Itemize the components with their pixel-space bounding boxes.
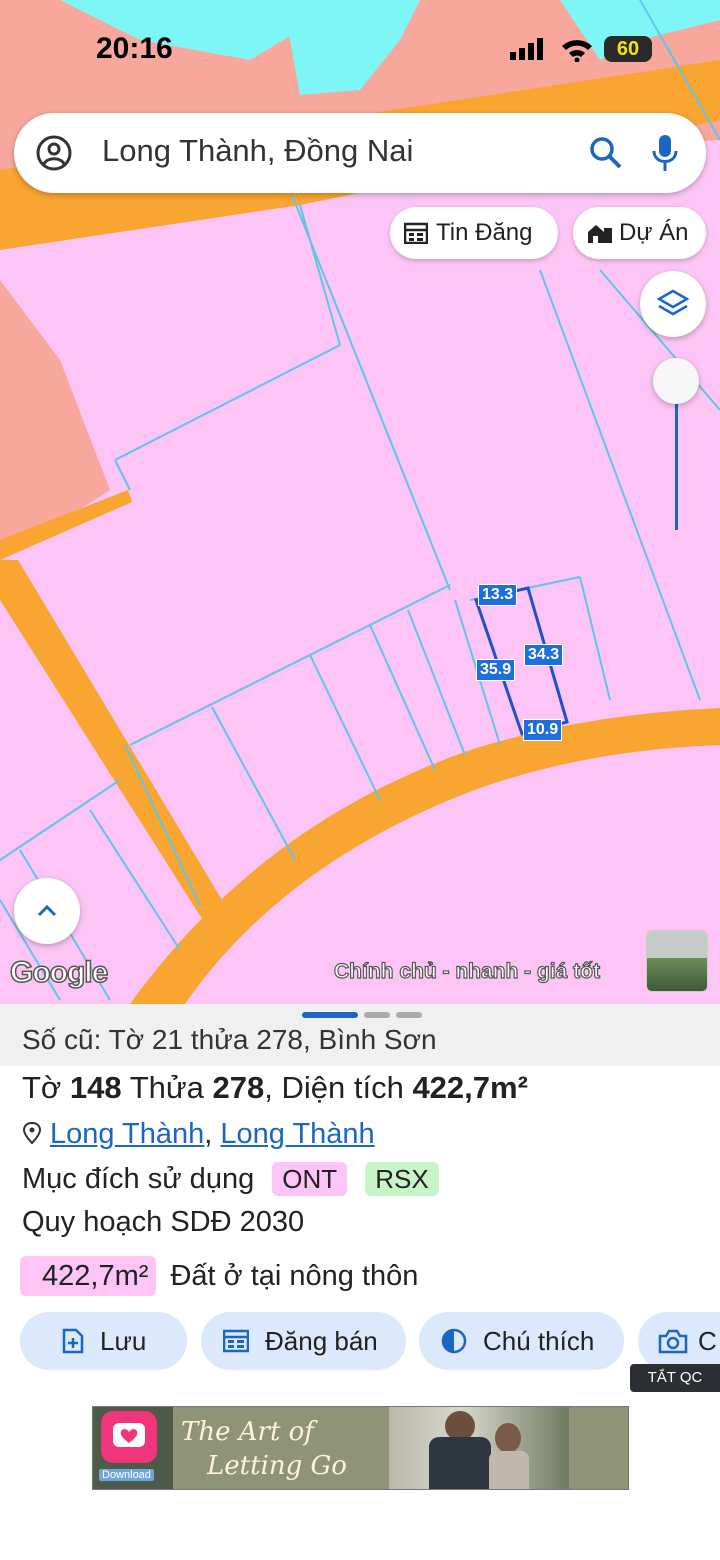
area-value: 422,7m²	[412, 1070, 528, 1105]
sheet-number: 148	[69, 1070, 122, 1105]
plot-number: 278	[212, 1070, 265, 1105]
dimension-top: 13.3	[478, 584, 518, 606]
location-link-ward[interactable]: Long Thành	[220, 1118, 374, 1150]
search-bar[interactable]: Long Thành, Đồng Nai	[14, 113, 706, 193]
usage-row: 422,7m² Đất ở tại nông thôn	[20, 1256, 419, 1296]
location-row: Long Thành, Long Thành	[22, 1118, 375, 1151]
sheet-label: Tờ	[22, 1070, 62, 1105]
save-button[interactable]: Lưu	[20, 1312, 187, 1370]
sheet-handle[interactable]	[302, 1012, 422, 1018]
opacity-slider-track[interactable]	[675, 382, 678, 530]
save-label: Lưu	[100, 1325, 147, 1356]
buildings-icon	[588, 225, 612, 243]
projects-label: Dự Án	[619, 219, 689, 246]
camera-icon	[658, 1329, 688, 1354]
heart-chat-icon	[113, 1423, 145, 1447]
location-link-district[interactable]: Long Thành	[50, 1118, 204, 1150]
location-pin-icon	[22, 1121, 42, 1145]
calendar-icon	[223, 1329, 249, 1353]
purpose-tag-ont[interactable]: ONT	[272, 1162, 348, 1196]
purpose-tag-rsx[interactable]: RSX	[365, 1162, 439, 1196]
download-badge[interactable]: Download	[99, 1469, 154, 1481]
chevron-up-icon	[37, 904, 57, 917]
map-view[interactable]: 20:16 60 Long Thành, Đồng Nai Tin Đăng D…	[0, 0, 720, 1004]
clock: 20:16	[96, 32, 173, 65]
account-icon[interactable]	[36, 135, 72, 171]
hide-ads-button[interactable]: TẮT QC	[630, 1364, 720, 1392]
calendar-icon	[404, 222, 428, 244]
dimension-bottom: 10.9	[523, 719, 563, 741]
parcel-info-sheet[interactable]: Số cũ: Tờ 21 thửa 278, Bình Sơn Tờ 148 T…	[0, 1004, 720, 1560]
purpose-row: Mục đích sử dụng ONT RSX	[22, 1162, 439, 1196]
listings-label: Tin Đăng	[436, 219, 533, 246]
post-sale-label: Đăng bán	[265, 1325, 378, 1356]
promo-thumbnail[interactable]	[646, 930, 708, 992]
parcel-title: Tờ 148 Thửa 278, Diện tích 422,7m²	[22, 1070, 528, 1105]
legend-label: Chú thích	[483, 1325, 595, 1356]
opacity-slider-thumb[interactable]	[653, 358, 699, 404]
area-label: Diện tích	[281, 1070, 404, 1105]
photo-button[interactable]: C	[638, 1312, 720, 1370]
wifi-icon	[562, 40, 592, 62]
ad-photo	[389, 1407, 569, 1489]
ad-banner[interactable]: Download The Art of Letting Go	[92, 1406, 629, 1490]
dimension-right: 34.3	[524, 644, 564, 666]
plan-label: Quy hoạch SDĐ 2030	[22, 1206, 305, 1238]
projects-chip[interactable]: Dự Án	[573, 207, 706, 259]
contrast-icon	[441, 1328, 467, 1354]
search-input[interactable]: Long Thành, Đồng Nai	[102, 133, 413, 169]
battery-indicator: 60	[604, 36, 652, 62]
microphone-icon[interactable]	[650, 133, 680, 173]
dimension-left: 35.9	[476, 659, 516, 681]
cellular-signal-icon	[510, 38, 543, 60]
layers-icon	[657, 289, 689, 316]
status-bar: 20:16 60	[0, 28, 720, 72]
usage-description: Đất ở tại nông thôn	[170, 1260, 419, 1292]
google-logo: Google	[9, 955, 109, 990]
listings-chip[interactable]: Tin Đăng	[390, 207, 558, 259]
legend-button[interactable]: Chú thích	[419, 1312, 624, 1370]
app-logo	[101, 1411, 157, 1463]
add-document-icon	[62, 1328, 84, 1354]
expand-button[interactable]	[14, 878, 80, 944]
usage-area: 422,7m²	[20, 1256, 157, 1296]
purpose-label: Mục đích sử dụng	[22, 1163, 255, 1195]
ad-title-line-1: The Art of	[181, 1417, 314, 1447]
ad-title-line-2: Letting Go	[207, 1451, 347, 1481]
old-reference: Số cũ: Tờ 21 thửa 278, Bình Sơn	[22, 1024, 437, 1055]
plot-label: Thửa	[129, 1070, 204, 1105]
photo-label: C	[698, 1325, 717, 1356]
post-sale-button[interactable]: Đăng bán	[201, 1312, 406, 1370]
layers-button[interactable]	[640, 271, 706, 337]
promo-text[interactable]: Chính chủ - nhanh - giá tốt	[333, 959, 600, 984]
search-icon[interactable]	[588, 135, 624, 171]
